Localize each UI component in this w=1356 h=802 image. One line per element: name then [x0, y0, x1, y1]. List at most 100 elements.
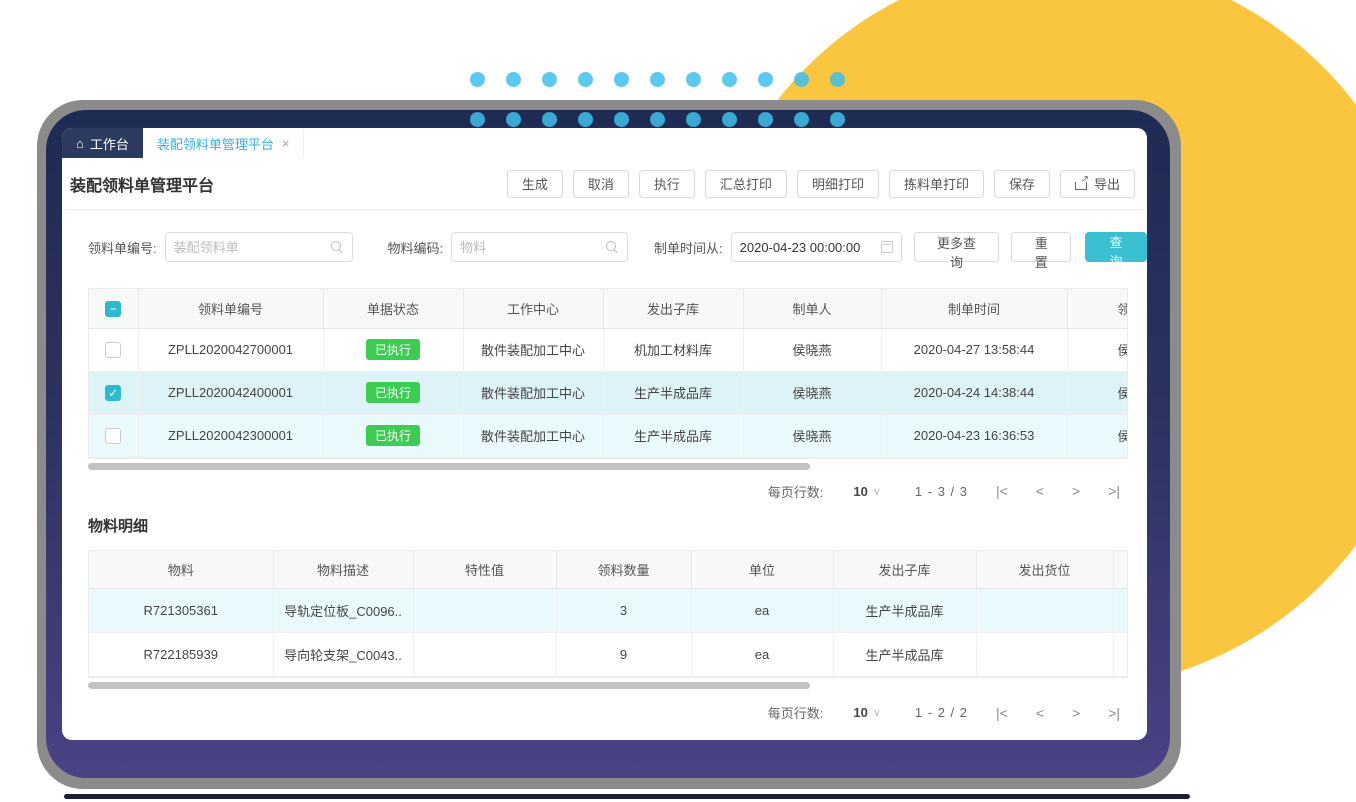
search-icon[interactable]: [606, 241, 619, 254]
col-material-desc: 物料描述: [273, 551, 413, 589]
page: ⌂ 工作台 装配领料单管理平台 × 装配领料单管理平台 生成 取消 执行 汇总打…: [0, 0, 1356, 802]
execute-button[interactable]: 执行: [639, 170, 695, 198]
next-page-button[interactable]: >: [1072, 705, 1080, 721]
cell-picker: 侯晓燕: [1067, 328, 1128, 371]
cell-created-at: 2020-04-27 13:58:44: [881, 328, 1067, 371]
table-row[interactable]: ZPLL2020042300001 已执行 散件装配加工中心 生产半成品库 侯晓…: [89, 414, 1128, 457]
home-icon: ⌂: [76, 136, 84, 151]
cell-sub-warehouse: 生产半成品库: [603, 414, 743, 457]
cell-unit: ea: [691, 633, 833, 677]
cancel-button[interactable]: 取消: [573, 170, 629, 198]
date-from-label: 制单时间从:: [654, 238, 723, 257]
save-button[interactable]: 保存: [994, 170, 1050, 198]
cell-characteristic: [413, 589, 556, 633]
table-row[interactable]: ZPLL2020042700001 已执行 散件装配加工中心 机加工材料库 侯晓…: [89, 328, 1128, 371]
row-checkbox[interactable]: ✓: [105, 385, 121, 401]
last-page-button[interactable]: >|: [1108, 705, 1120, 721]
generate-button[interactable]: 生成: [507, 170, 563, 198]
next-page-button[interactable]: >: [1072, 483, 1080, 499]
date-from-input[interactable]: [732, 240, 881, 255]
detail-print-button[interactable]: 明细打印: [797, 170, 879, 198]
search-icon[interactable]: [331, 241, 344, 254]
chevron-down-icon[interactable]: ∨: [873, 706, 881, 719]
tab-current-label: 装配领料单管理平台: [157, 134, 274, 153]
cell-sub-warehouse: 生产半成品库: [603, 371, 743, 414]
picking-print-button[interactable]: 拣料单打印: [889, 170, 984, 198]
order-no-input[interactable]: [166, 240, 332, 255]
prev-page-button[interactable]: <: [1036, 705, 1044, 721]
orders-table-wrap: − 领料单编号 单据状态 工作中心 发出子库 制单人 制单时间 领料人 ZPLL…: [88, 288, 1128, 459]
detail-table-body: R721305361 导轨定位板_C0096.. 3 ea 生产半成品库 R72…: [89, 589, 1128, 677]
cell-order-no: ZPLL2020042700001: [138, 328, 323, 371]
first-page-button[interactable]: |<: [996, 483, 1008, 499]
chevron-down-icon[interactable]: ∨: [873, 485, 881, 498]
cell-issue-warehouse: 生产半成品库: [833, 589, 976, 633]
detail-table: 物料 物料描述 特性值 领料数量 单位 发出子库 发出货位 R721305361…: [89, 551, 1128, 678]
status-badge: 已执行: [366, 382, 420, 403]
col-unit: 单位: [691, 551, 833, 589]
toolbar: 生成 取消 执行 汇总打印 明细打印 拣料单打印 保存 ↗ 导出: [507, 170, 1135, 198]
cell-created-at: 2020-04-24 14:38:44: [881, 371, 1067, 414]
detail-table-wrap: 物料 物料描述 特性值 领料数量 单位 发出子库 发出货位 R721305361…: [88, 550, 1128, 679]
material-code-label: 物料编码:: [387, 238, 443, 257]
search-button[interactable]: 查询: [1085, 232, 1147, 262]
cell-work-center: 散件装配加工中心: [463, 371, 603, 414]
reset-button[interactable]: 重置: [1011, 232, 1071, 262]
export-icon: ↗: [1075, 177, 1088, 190]
col-clipped: [1113, 551, 1128, 589]
material-code-input-box: [451, 232, 628, 262]
detail-hscrollbar: [88, 682, 1128, 689]
tab-current-page[interactable]: 装配领料单管理平台 ×: [143, 128, 305, 158]
filter-row: 领料单编号: 物料编码: 制单时间从: 更多查询 重置 查询: [88, 232, 1147, 262]
cell-material-desc: 导轨定位板_C0096..: [273, 589, 413, 633]
order-no-input-box: [165, 232, 354, 262]
page-size-value[interactable]: 10: [853, 705, 867, 720]
cell-clipped: [1113, 633, 1128, 677]
table-row[interactable]: R722185939 导向轮支架_C0043.. 9 ea 生产半成品库: [89, 633, 1128, 677]
cell-issue-warehouse: 生产半成品库: [833, 633, 976, 677]
material-detail-title: 物料明细: [88, 515, 1147, 536]
cell-clipped: [1113, 589, 1128, 633]
title-bar: 装配领料单管理平台 生成 取消 执行 汇总打印 明细打印 拣料单打印 保存 ↗ …: [62, 158, 1147, 210]
status-badge: 已执行: [366, 339, 420, 360]
row-checkbox[interactable]: [105, 342, 121, 358]
decorative-dots-row-top: [470, 72, 846, 87]
cell-unit: ea: [691, 589, 833, 633]
summary-print-button[interactable]: 汇总打印: [705, 170, 787, 198]
orders-hscrollbar-thumb[interactable]: [88, 463, 810, 470]
decorative-dots-row-bottom: [470, 112, 846, 127]
tab-workbench[interactable]: ⌂ 工作台: [62, 128, 143, 158]
col-work-center: 工作中心: [463, 289, 603, 328]
prev-page-button[interactable]: <: [1036, 483, 1044, 499]
orders-hscrollbar: [88, 463, 1128, 470]
first-page-button[interactable]: |<: [996, 705, 1008, 721]
order-no-label: 领料单编号:: [88, 238, 157, 257]
col-creator: 制单人: [743, 289, 881, 328]
cell-qty: 3: [556, 589, 691, 633]
select-all-checkbox[interactable]: −: [105, 301, 121, 317]
row-checkbox[interactable]: [105, 428, 121, 444]
detail-hscrollbar-thumb[interactable]: [88, 682, 810, 689]
tab-workbench-label: 工作台: [90, 134, 129, 153]
close-tab-icon[interactable]: ×: [282, 136, 290, 151]
col-material: 物料: [89, 551, 273, 589]
detail-header-row: 物料 物料描述 特性值 领料数量 单位 发出子库 发出货位: [89, 551, 1128, 589]
col-order-no: 领料单编号: [138, 289, 323, 328]
cell-picker: 侯晓燕: [1067, 371, 1128, 414]
cell-order-no: ZPLL2020042300001: [138, 414, 323, 457]
last-page-button[interactable]: >|: [1108, 483, 1120, 499]
col-picker: 领料人: [1067, 289, 1128, 328]
material-code-input[interactable]: [452, 240, 606, 255]
page-size-value[interactable]: 10: [853, 484, 867, 499]
cell-status: 已执行: [323, 414, 463, 457]
cell-work-center: 散件装配加工中心: [463, 328, 603, 371]
more-search-button[interactable]: 更多查询: [914, 232, 1000, 262]
export-button[interactable]: ↗ 导出: [1060, 170, 1135, 198]
cell-select: [89, 414, 138, 457]
cell-characteristic: [413, 633, 556, 677]
status-badge: 已执行: [366, 425, 420, 446]
table-row[interactable]: R721305361 导轨定位板_C0096.. 3 ea 生产半成品库: [89, 589, 1128, 633]
calendar-icon[interactable]: [881, 241, 893, 253]
table-row[interactable]: ✓ ZPLL2020042400001 已执行 散件装配加工中心 生产半成品库 …: [89, 371, 1128, 414]
orders-pagination: 每页行数: 10 ∨ 1 - 3 / 3 |< < > >|: [62, 482, 1120, 501]
